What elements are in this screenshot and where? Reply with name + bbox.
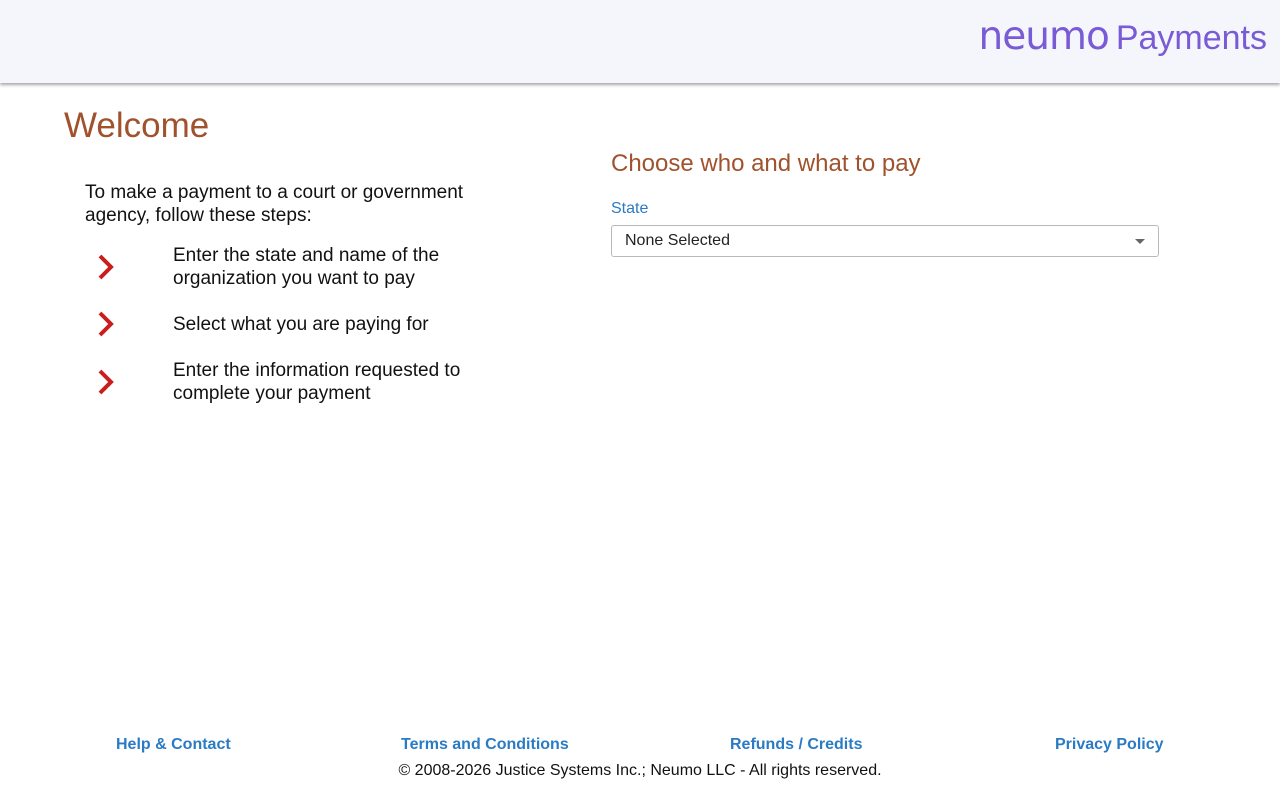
chevron-right-icon (85, 304, 173, 344)
state-select[interactable]: None Selected (611, 225, 1159, 257)
state-select-value: None Selected (625, 232, 730, 249)
help-contact-link[interactable]: Help & Contact (116, 736, 231, 754)
state-label: State (611, 200, 649, 217)
step-text: Select what you are paying for (173, 313, 429, 335)
privacy-policy-link[interactable]: Privacy Policy (1055, 736, 1164, 754)
chevron-right-icon (85, 247, 173, 287)
neumo-payments-logo[interactable]: neumo Payments (979, 17, 1267, 56)
chevron-right-icon (85, 362, 173, 402)
page-header: neumo Payments (0, 0, 1280, 83)
caret-down-icon (1135, 239, 1145, 244)
welcome-title: Welcome (64, 106, 210, 145)
refunds-link[interactable]: Refunds / Credits (730, 736, 862, 754)
form-title: Choose who and what to pay (611, 150, 921, 177)
terms-link[interactable]: Terms and Conditions (401, 736, 569, 754)
step-text: Enter the information requested to compl… (173, 360, 461, 404)
step-item: Select what you are paying for (85, 304, 505, 344)
logo-brand: neumo (978, 14, 1110, 59)
logo-product: Payments (1115, 19, 1267, 57)
step-item: Enter the information requested to compl… (85, 359, 505, 405)
step-item: Enter the state and name of the organiza… (85, 244, 505, 290)
intro-text: To make a payment to a court or governme… (85, 182, 464, 226)
copyright-text: © 2008-2026 Justice Systems Inc.; Neumo … (398, 762, 882, 779)
step-text: Enter the state and name of the organiza… (173, 245, 440, 289)
